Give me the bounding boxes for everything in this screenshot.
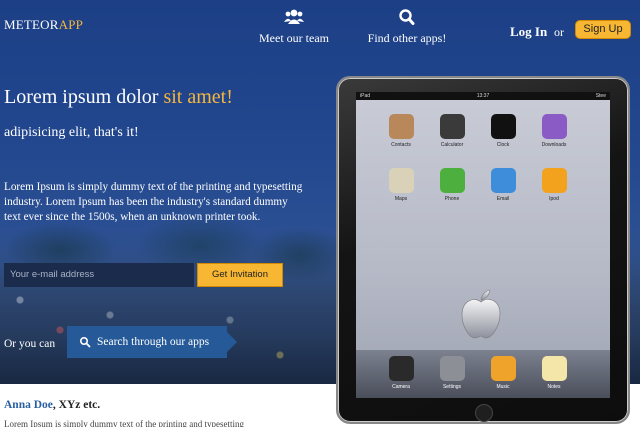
- app-label: Clock: [496, 142, 510, 148]
- headline-main: Lorem ipsum dolor: [4, 86, 164, 108]
- status-time: 13:37: [476, 93, 490, 99]
- tablet-mockup: iPad 13:37 Stee Contacts Calculator Clock D…: [336, 76, 630, 424]
- apple-logo-icon: [461, 289, 501, 339]
- app-email[interactable]: Email: [485, 168, 521, 202]
- dock-app-settings[interactable]: Settings: [434, 356, 470, 390]
- app-calculator[interactable]: Calculator: [434, 114, 470, 148]
- app-phone[interactable]: Phone: [434, 168, 470, 202]
- logo-accent: APP: [58, 17, 84, 32]
- or-you-can-label: Or you can: [4, 338, 56, 350]
- hero-headline: Lorem ipsum dolor sit amet!: [4, 86, 233, 109]
- maps-icon: [388, 168, 414, 193]
- search-apps-label: Search through our apps: [97, 336, 210, 348]
- search-apps-button[interactable]: Search through our apps: [67, 326, 237, 358]
- app-label: Calculator: [440, 142, 464, 148]
- app-label: Phone: [444, 196, 460, 202]
- music-icon: [490, 356, 516, 381]
- ipod-icon: [541, 168, 567, 193]
- notes-icon: [541, 356, 567, 381]
- logo-main: METEOR: [4, 17, 59, 32]
- hero-subheadline: adipisicing elit, that's it!: [4, 125, 139, 140]
- tablet-status-bar: iPad 13:37 Stee: [356, 92, 610, 100]
- login-link[interactable]: Log In: [510, 24, 547, 40]
- app-label: Maps: [394, 196, 408, 202]
- status-right: Stee: [595, 93, 606, 99]
- app-clock[interactable]: Clock: [485, 114, 521, 148]
- app-maps[interactable]: Maps: [383, 168, 419, 202]
- app-ipod[interactable]: Ipod: [536, 168, 572, 202]
- dock-app-label: Music: [496, 384, 510, 390]
- contacts-icon: [388, 114, 414, 139]
- dock-app-label: Settings: [442, 384, 462, 390]
- author-rest: , XYz etc.: [52, 399, 101, 411]
- or-label: or: [554, 25, 564, 39]
- dock-app-camera[interactable]: Camera: [383, 356, 419, 390]
- downloads-icon: [541, 114, 567, 139]
- dock-app-music[interactable]: Music: [485, 356, 521, 390]
- tablet-screen: iPad 13:37 Stee Contacts Calculator Clock D…: [356, 92, 610, 398]
- app-label: Email: [496, 196, 510, 202]
- logo[interactable]: METEORAPP: [4, 17, 83, 33]
- app-label: Ipod: [549, 196, 559, 202]
- nav-meet-team[interactable]: Meet our team: [256, 8, 332, 46]
- home-button[interactable]: [475, 404, 493, 422]
- users-icon: [284, 9, 304, 24]
- app-label: Contacts: [391, 142, 411, 148]
- nav-find-apps[interactable]: Find other apps!: [366, 8, 448, 46]
- signup-button[interactable]: Sign Up: [575, 20, 631, 39]
- app-label: Downloads: [541, 142, 567, 148]
- testimonial-text: Lorem Ipsum is simply dummy text of the …: [4, 419, 244, 427]
- nav-find-apps-label: Find other apps!: [367, 31, 447, 45]
- email-input[interactable]: Your e-mail address: [4, 263, 194, 287]
- get-invitation-button[interactable]: Get Invitation: [197, 263, 283, 287]
- app-downloads[interactable]: Downloads: [536, 114, 572, 148]
- nav-meet-team-label: Meet our team: [259, 31, 329, 45]
- search-icon: [399, 9, 415, 25]
- author-name: Anna Doe: [4, 399, 53, 411]
- dock-app-label: Notes: [547, 384, 561, 390]
- phone-icon: [439, 168, 465, 193]
- app-contacts[interactable]: Contacts: [383, 114, 419, 148]
- clock-icon: [490, 114, 516, 139]
- email-icon: [490, 168, 516, 193]
- headline-accent: sit amet!: [163, 86, 233, 108]
- camera-icon: [388, 356, 414, 381]
- testimonial-author: Anna Doe, XYz etc.: [4, 399, 100, 411]
- hero-description: Lorem Ipsum is simply dummy text of the …: [4, 181, 303, 223]
- settings-icon: [439, 356, 465, 381]
- tablet-dock: Camera Settings Music Notes: [356, 350, 610, 398]
- dock-app-label: Camera: [392, 384, 410, 390]
- search-icon: [79, 337, 91, 348]
- dock-app-notes[interactable]: Notes: [536, 356, 572, 390]
- calculator-icon: [439, 114, 465, 139]
